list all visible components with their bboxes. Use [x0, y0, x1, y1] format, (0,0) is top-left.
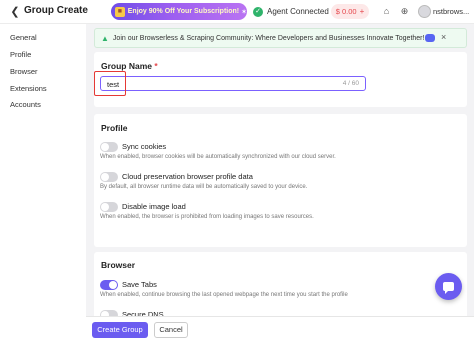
promo-banner[interactable]: ■ Enjoy 90% Off Your Subscription! ✶ — [111, 3, 247, 20]
create-group-button[interactable]: Create Group — [92, 322, 148, 338]
group-name-label: Group Name * — [101, 61, 158, 71]
megaphone-icon: ▲ — [101, 33, 109, 43]
sync-cookies-toggle[interactable] — [100, 142, 118, 152]
close-icon[interactable]: × — [441, 32, 446, 42]
gift-icon: ■ — [115, 6, 125, 17]
chat-button[interactable] — [435, 273, 462, 300]
profile-section-title: Profile — [101, 123, 128, 133]
cancel-button[interactable]: Cancel — [154, 322, 188, 338]
save-tabs-toggle[interactable] — [100, 280, 118, 290]
disable-image-label: Disable image load — [122, 202, 186, 211]
top-bar: ❮ Group Create ■ Enjoy 90% Off Your Subs… — [0, 0, 474, 24]
chat-icon — [443, 282, 454, 294]
notice-text: Join our Browserless & Scraping Communit… — [112, 34, 425, 42]
community-notice: ▲ Join our Browserless & Scraping Commun… — [94, 28, 467, 48]
sidebar-item-browser[interactable]: Browser — [10, 67, 38, 76]
save-tabs-label: Save Tabs — [122, 280, 157, 289]
home-icon[interactable]: ⌂ — [381, 6, 392, 17]
sidebar-item-profile[interactable]: Profile — [10, 50, 31, 59]
sync-cookies-label: Sync cookies — [122, 142, 167, 151]
cloud-preservation-toggle[interactable] — [100, 172, 118, 182]
disable-image-toggle[interactable] — [100, 202, 118, 212]
group-name-input[interactable]: test 4 / 60 — [100, 76, 366, 91]
balance-value: $ 0.00 — [335, 7, 357, 16]
char-counter: 4 / 60 — [342, 80, 359, 87]
required-mark: * — [154, 61, 158, 71]
back-arrow-icon[interactable]: ❮ — [9, 5, 21, 18]
save-tabs-description: When enabled, continue browsing the last… — [100, 292, 348, 298]
sidebar: General Profile Browser Extensions Accou… — [0, 24, 86, 345]
discord-icon[interactable] — [425, 34, 435, 42]
cloud-preservation-description: By default, all browser runtime data wil… — [100, 184, 308, 190]
balance-badge[interactable]: $ 0.00 + — [331, 4, 369, 19]
promo-text: Enjoy 90% Off Your Subscription! — [127, 8, 240, 15]
cloud-preservation-label: Cloud preservation browser profile data — [122, 172, 253, 181]
sync-cookies-description: When enabled, browser cookies will be au… — [100, 154, 336, 160]
sidebar-item-extensions[interactable]: Extensions — [10, 84, 47, 93]
party-icon: ✶ — [241, 8, 247, 16]
check-circle-icon: ✓ — [253, 6, 263, 17]
agent-status: ✓ Agent Connected — [253, 4, 329, 19]
plus-icon[interactable]: + — [360, 7, 365, 16]
sidebar-item-general[interactable]: General — [10, 33, 37, 42]
highlight-annotation — [94, 71, 126, 96]
username[interactable]: nstbrows... — [433, 7, 469, 16]
browser-section-title: Browser — [101, 260, 136, 270]
disable-image-description: When enabled, the browser is prohibited … — [100, 214, 314, 220]
page-title: Group Create — [24, 5, 88, 16]
sidebar-item-accounts[interactable]: Accounts — [10, 100, 41, 109]
avatar[interactable] — [418, 5, 431, 18]
agent-status-text: Agent Connected — [267, 7, 329, 16]
compass-icon[interactable]: ⊕ — [399, 6, 410, 17]
